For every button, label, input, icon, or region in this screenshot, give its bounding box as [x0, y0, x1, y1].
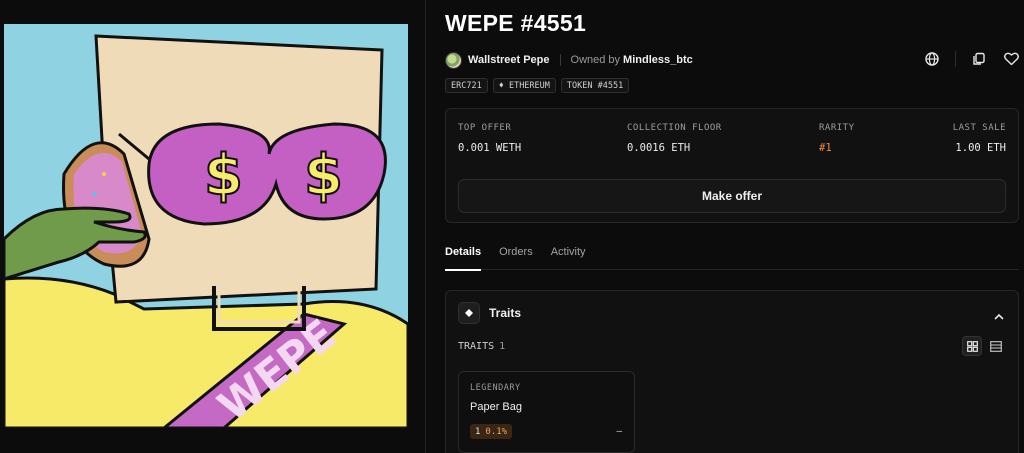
stat-collection-floor: COLLECTION FLOOR 0.0016 ETH: [627, 123, 722, 154]
stat-last-sale: LAST SALE 1.00 ETH: [953, 123, 1006, 154]
chip-chain: ♦ ETHEREUM: [492, 78, 556, 93]
tab-details[interactable]: Details: [445, 246, 482, 271]
stat-label: LAST SALE: [952, 123, 1006, 133]
stat-value: #1: [819, 142, 832, 154]
list-view-icon[interactable]: [986, 336, 1006, 356]
grid-view-icon[interactable]: [962, 336, 982, 356]
collection-link[interactable]: Wallstreet Pepe: [468, 54, 550, 66]
owner-link[interactable]: Mindless_btc: [623, 54, 693, 66]
traits-count-row: TRAITS 1: [458, 341, 505, 352]
view-toggles: [962, 336, 1006, 356]
trait-percent: 0.1%: [485, 426, 508, 437]
stat-top-offer: TOP OFFER 0.001 WETH: [458, 123, 521, 154]
panel-divider: [425, 0, 426, 453]
tab-activity[interactable]: Activity: [551, 246, 586, 270]
stats-row: TOP OFFER 0.001 WETH COLLECTION FLOOR 0.…: [458, 123, 1006, 157]
stat-value: 1.00 ETH: [955, 142, 1006, 154]
stat-value: 0.001 WETH: [458, 142, 522, 154]
traits-count: 1: [499, 341, 506, 352]
item-details-pane: WEPE #4551 Wallstreet Pepe Owned by Mind…: [445, 0, 1020, 453]
trait-count: 1: [475, 426, 481, 437]
item-actions: [909, 50, 1020, 68]
item-chips: ERC721 ♦ ETHEREUM TOKEN #4551: [445, 78, 630, 93]
item-title: WEPE #4551: [445, 10, 587, 36]
traits-diamond-icon: [458, 302, 480, 324]
heart-icon[interactable]: [1002, 50, 1020, 68]
globe-icon[interactable]: [923, 50, 941, 68]
chip-standard: ERC721: [445, 78, 488, 93]
stat-rarity: RARITY #1: [819, 123, 855, 154]
stat-label: TOP OFFER: [458, 123, 512, 133]
chevron-up-icon[interactable]: [994, 307, 1004, 325]
traits-title: Traits: [489, 306, 522, 320]
artwork-panel: WEPE $ $: [0, 0, 425, 453]
trait-rarity-badge: 1 0.1%: [470, 424, 513, 439]
trait-value: Paper Bag: [470, 401, 522, 413]
copy-icon[interactable]: [970, 50, 988, 68]
stat-label: COLLECTION FLOOR: [627, 123, 722, 133]
traits-header[interactable]: Traits: [458, 301, 521, 325]
chip-token[interactable]: TOKEN #4551: [560, 78, 630, 93]
owned-by-label: Owned by: [570, 54, 621, 66]
trait-type: LEGENDARY: [470, 383, 521, 393]
offer-panel: TOP OFFER 0.001 WETH COLLECTION FLOOR 0.…: [445, 108, 1019, 223]
stat-value: 0.0016 ETH: [627, 142, 691, 154]
stat-label: RARITY: [819, 123, 855, 133]
nft-artwork-image[interactable]: WEPE $ $: [4, 24, 408, 428]
tab-orders[interactable]: Orders: [499, 246, 533, 270]
make-offer-button[interactable]: Make offer: [458, 179, 1006, 213]
trait-card[interactable]: LEGENDARY Paper Bag 1 0.1% –: [458, 371, 635, 453]
traits-count-label: TRAITS: [458, 341, 495, 352]
meta-separator: [559, 54, 561, 66]
actions-separator: [955, 51, 956, 67]
svg-text:$: $: [304, 143, 343, 208]
trait-price: –: [616, 426, 622, 437]
item-meta-row: Wallstreet Pepe Owned by Mindless_btc: [445, 50, 693, 70]
traits-panel: Traits TRAITS 1 LEGENDARY Paper Bag 1 0.…: [445, 290, 1019, 453]
svg-text:$: $: [204, 143, 243, 208]
collection-avatar[interactable]: [445, 51, 462, 69]
detail-tabs: Details Orders Activity: [445, 246, 1019, 271]
